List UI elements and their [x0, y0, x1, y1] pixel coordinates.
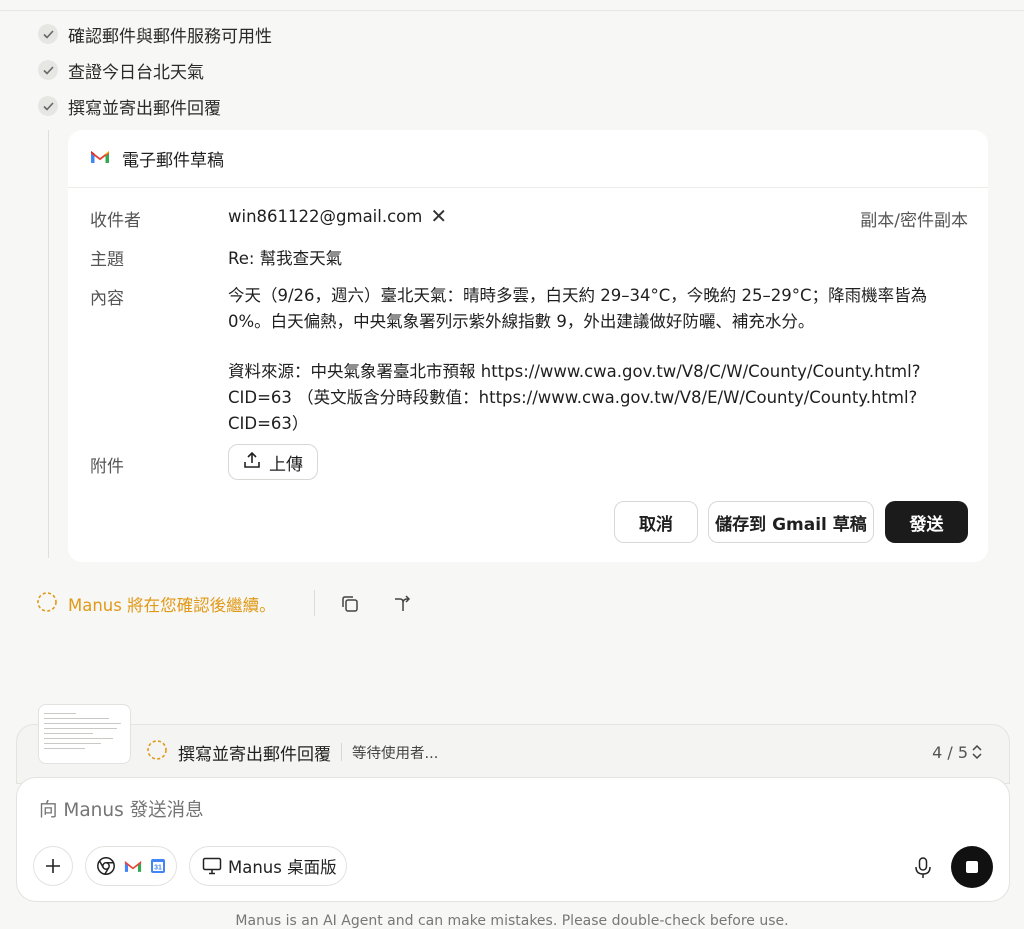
waiting-spinner-icon — [36, 591, 58, 617]
task-divider — [341, 743, 342, 761]
monitor-icon — [202, 857, 222, 875]
gmail-icon — [90, 149, 110, 169]
copy-icon[interactable] — [337, 591, 363, 617]
upload-icon — [243, 451, 261, 474]
checklist-item-verify-mail: 確認郵件與郵件服務可用性 — [38, 22, 272, 47]
chrome-icon — [97, 857, 115, 875]
screen-preview-thumbnail[interactable] — [38, 704, 131, 764]
save-draft-button[interactable]: 儲存到 Gmail 草稿 — [708, 501, 874, 543]
subject-field[interactable]: Re: 幫我查天氣 — [228, 245, 342, 269]
attachment-label: 附件 — [90, 457, 124, 477]
upload-label: 上傳 — [269, 454, 303, 475]
calendar-day: 31 — [154, 865, 162, 872]
stop-button[interactable] — [951, 846, 993, 888]
checkmark-icon — [38, 96, 58, 116]
recipient-address: win861122@gmail.com — [228, 206, 423, 226]
desktop-app-button[interactable]: Manus 桌面版 — [189, 846, 347, 886]
cancel-button[interactable]: 取消 — [614, 501, 698, 543]
connectors-button[interactable]: 31 — [85, 846, 177, 886]
remove-recipient-icon[interactable]: ✕ — [430, 206, 447, 226]
checklist-label: 確認郵件與郵件服務可用性 — [68, 26, 272, 47]
recipient-label: 收件者 — [90, 211, 141, 231]
email-card-title: 電子郵件草稿 — [122, 151, 224, 171]
google-calendar-icon: 31 — [151, 859, 165, 873]
stop-icon — [966, 861, 978, 873]
message-composer: 31 Manus 桌面版 — [16, 777, 1010, 902]
task-progress-count: 4 / 5 — [932, 742, 968, 762]
task-spinner-icon — [146, 739, 168, 765]
upload-button[interactable]: 上傳 — [228, 444, 318, 480]
microphone-icon[interactable] — [913, 856, 933, 880]
checklist-item-reply: 撰寫並寄出郵件回覆 — [38, 94, 221, 119]
task-title: 撰寫並寄出郵件回覆 — [178, 744, 331, 765]
checklist-label: 查證今日台北天氣 — [68, 62, 204, 83]
checkmark-icon — [38, 60, 58, 80]
message-input[interactable] — [39, 800, 839, 821]
email-card-header: 電子郵件草稿 — [68, 130, 988, 188]
checkmark-icon — [38, 24, 58, 44]
add-button[interactable] — [33, 846, 73, 886]
expand-collapse-icon[interactable] — [968, 740, 986, 764]
disclaimer: Manus is an AI Agent and can make mistak… — [235, 913, 789, 929]
body-label: 內容 — [90, 289, 124, 309]
send-button[interactable]: 發送 — [885, 501, 968, 543]
current-task: 撰寫並寄出郵件回覆 等待使用者... — [146, 739, 439, 765]
checklist-item-weather: 查證今日台北天氣 — [38, 58, 204, 83]
cc-bcc-link[interactable]: 副本/密件副本 — [860, 206, 968, 231]
thread-line — [48, 130, 49, 558]
plus-icon — [46, 859, 60, 873]
status-line: Manus 將在您確認後繼續。 — [36, 590, 276, 618]
status-divider — [314, 590, 315, 616]
checklist-label: 撰寫並寄出郵件回覆 — [68, 98, 221, 119]
body-paragraph: 今天（9/26，週六）臺北天氣：晴時多雲，白天約 29–34°C，今晚約 25–… — [228, 286, 928, 331]
task-state: 等待使用者... — [352, 745, 439, 762]
email-body-field[interactable]: 今天（9/26，週六）臺北天氣：晴時多雲，白天約 29–34°C，今晚約 25–… — [228, 283, 963, 437]
body-paragraph-source: 資料來源：中央氣象署臺北市預報 https://www.cwa.gov.tw/V… — [228, 362, 921, 433]
subject-label: 主題 — [90, 250, 124, 270]
email-draft-card: 電子郵件草稿 收件者 win861122@gmail.com ✕ 副本/密件副本… — [68, 130, 988, 562]
branch-icon[interactable] — [389, 591, 415, 617]
top-divider — [0, 10, 1024, 11]
recipient-chip[interactable]: win861122@gmail.com ✕ — [228, 206, 447, 226]
gmail-icon — [124, 861, 142, 872]
status-text: Manus 將在您確認後繼續。 — [68, 596, 276, 615]
desktop-app-label: Manus 桌面版 — [228, 858, 337, 877]
